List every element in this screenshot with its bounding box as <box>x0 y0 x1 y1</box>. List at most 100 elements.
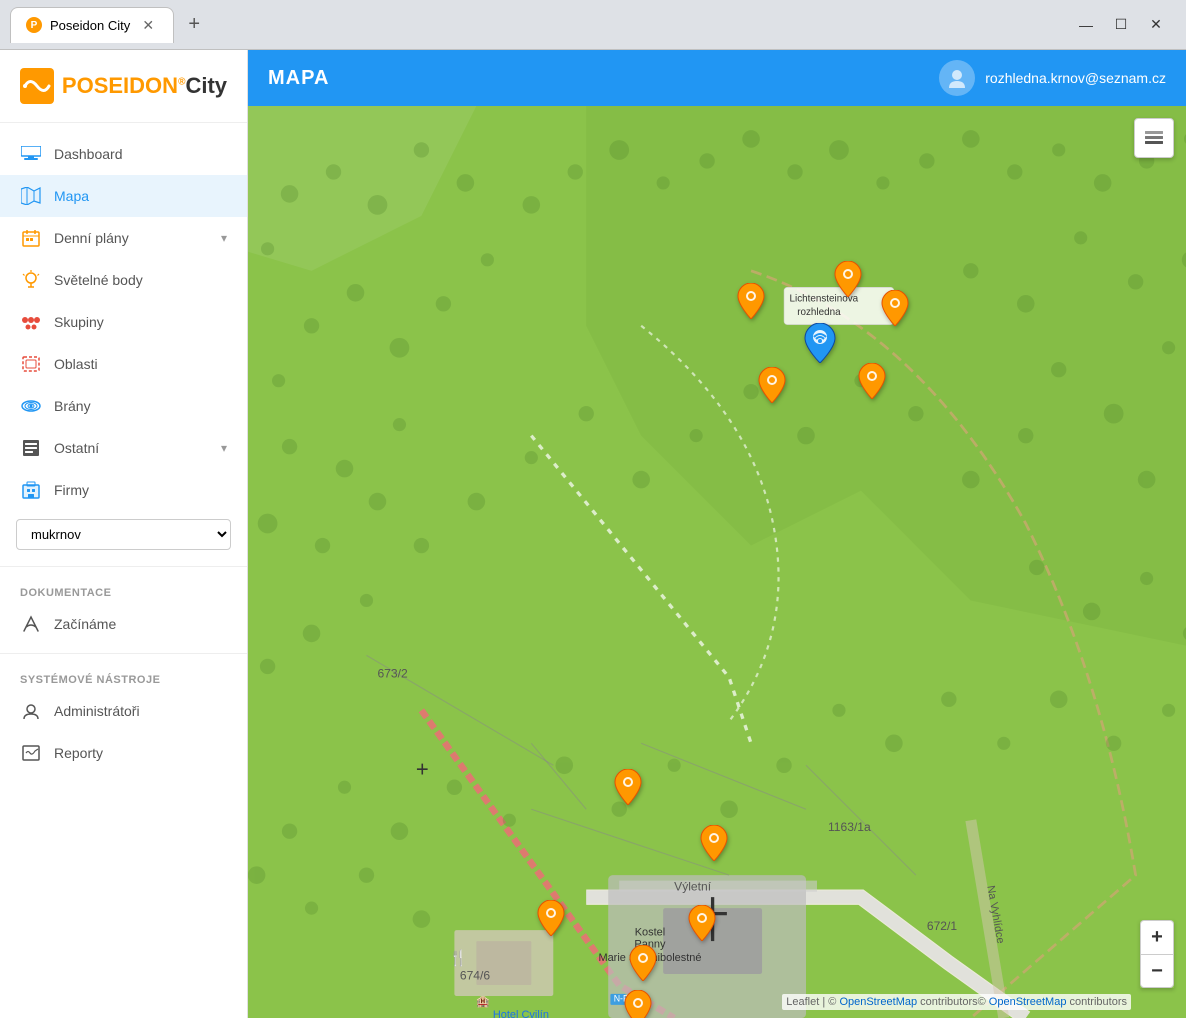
map-marker-m6[interactable] <box>858 363 886 404</box>
svg-text:1163/1a: 1163/1a <box>828 820 871 834</box>
map-container[interactable]: 673/2 1163/1a 672/1 674/6 + Kostel Panny… <box>248 106 1186 1018</box>
svg-text:674/6: 674/6 <box>460 969 491 983</box>
administratori-icon <box>20 700 42 722</box>
page-title: MAPA <box>268 67 329 90</box>
osm-link-2[interactable]: OpenStreetMap <box>989 996 1067 1008</box>
osm-link-1[interactable]: OpenStreetMap <box>839 996 917 1008</box>
close-button[interactable]: ✕ <box>1146 15 1166 35</box>
svg-text:+: + <box>416 756 429 781</box>
reporty-icon <box>20 742 42 764</box>
map-marker-m12[interactable] <box>624 990 652 1018</box>
svetelne-body-label: Světelné body <box>54 272 143 288</box>
brany-label: Brány <box>54 398 91 414</box>
sidebar-item-dashboard[interactable]: Dashboard <box>0 133 247 175</box>
map-marker-m2[interactable] <box>834 261 862 302</box>
browser-tab[interactable]: P Poseidon City ✕ <box>10 7 174 43</box>
denni-plany-icon <box>20 227 42 249</box>
firmy-icon <box>20 479 42 501</box>
skupiny-icon <box>20 311 42 333</box>
attribution-text-3: contributors <box>1070 996 1127 1008</box>
ostatni-arrow: ▾ <box>221 441 227 455</box>
sidebar-item-skupiny[interactable]: Skupiny <box>0 301 247 343</box>
svetelne-body-icon <box>20 269 42 291</box>
denni-plany-label: Denní plány <box>54 230 129 246</box>
city-select[interactable]: mukrnov <box>16 519 231 550</box>
minimize-button[interactable]: — <box>1076 15 1096 35</box>
sidebar-item-zacinama[interactable]: Začínáme <box>0 603 247 645</box>
svg-text:🍴: 🍴 <box>449 949 468 967</box>
brany-icon <box>20 395 42 417</box>
topbar: MAPA rozhledna.krnov@seznam.cz <box>248 50 1186 106</box>
attribution-text-2: contributors© <box>920 996 989 1008</box>
attribution-separator: | © <box>822 996 839 1008</box>
skupiny-label: Skupiny <box>54 314 104 330</box>
map-marker-m7[interactable] <box>614 769 642 810</box>
leaflet-attribution: Leaflet <box>786 996 819 1008</box>
tab-title: Poseidon City <box>50 18 130 33</box>
map-marker-m5[interactable] <box>758 367 786 408</box>
doc-section-label: DOKUMENTACE <box>0 575 247 603</box>
sidebar-item-mapa[interactable]: Mapa <box>0 175 247 217</box>
sidebar-divider-1 <box>0 566 247 567</box>
map-attribution: Leaflet | © OpenStreetMap contributors© … <box>782 994 1131 1010</box>
browser-window-controls: — ☐ ✕ <box>1076 15 1176 35</box>
sidebar-item-firmy[interactable]: Firmy <box>0 469 247 511</box>
logo-icon <box>20 68 54 104</box>
sidebar-item-oblasti[interactable]: Oblasti <box>0 343 247 385</box>
sidebar: POSEIDON®City Dashboard <box>0 50 248 1018</box>
main-content: MAPA rozhledna.krnov@seznam.cz <box>248 50 1186 1018</box>
user-info: rozhledna.krnov@seznam.cz <box>939 60 1166 96</box>
svg-text:Kostel: Kostel <box>635 927 666 939</box>
map-marker-m10[interactable] <box>688 905 716 946</box>
denni-plany-arrow: ▾ <box>221 231 227 245</box>
map-marker-m11[interactable] <box>629 945 657 986</box>
sidebar-logo: POSEIDON®City <box>0 50 247 123</box>
mapa-icon <box>20 185 42 207</box>
ostatni-icon <box>20 437 42 459</box>
nav-menu: Dashboard Mapa <box>0 123 247 1018</box>
maximize-button[interactable]: ☐ <box>1111 15 1131 35</box>
administratori-label: Administrátoři <box>54 703 140 719</box>
firmy-label: Firmy <box>54 482 89 498</box>
tab-close-button[interactable]: ✕ <box>138 15 158 35</box>
svg-text:rozhledna: rozhledna <box>797 307 841 318</box>
tab-favicon: P <box>26 17 42 33</box>
zacinama-icon <box>20 613 42 635</box>
map-marker-m9[interactable] <box>537 900 565 941</box>
new-tab-button[interactable]: + <box>179 10 209 40</box>
oblasti-icon <box>20 353 42 375</box>
sidebar-item-brany[interactable]: Brány <box>0 385 247 427</box>
reporty-label: Reporty <box>54 745 103 761</box>
app-container: POSEIDON®City Dashboard <box>0 50 1186 1018</box>
sys-section-label: SYSTÉMOVÉ NÁSTROJE <box>0 662 247 690</box>
dashboard-label: Dashboard <box>54 146 123 162</box>
browser-chrome: P Poseidon City ✕ + — ☐ ✕ <box>0 0 1186 50</box>
oblasti-label: Oblasti <box>54 356 98 372</box>
zoom-in-button[interactable]: + <box>1140 920 1174 954</box>
ostatni-label: Ostatní <box>54 440 99 456</box>
user-email: rozhledna.krnov@seznam.cz <box>985 70 1166 86</box>
sidebar-item-svetelne-body[interactable]: Světelné body <box>0 259 247 301</box>
dashboard-icon <box>20 143 42 165</box>
user-avatar <box>939 60 975 96</box>
sidebar-item-administratori[interactable]: Administrátoři <box>0 690 247 732</box>
tab-bar: P Poseidon City ✕ + <box>10 7 1076 43</box>
map-layer-button[interactable] <box>1134 118 1174 158</box>
svg-text:673/2: 673/2 <box>377 666 408 680</box>
mapa-label: Mapa <box>54 188 89 204</box>
sidebar-item-reporty[interactable]: Reporty <box>0 732 247 774</box>
logo-text: POSEIDON®City <box>62 73 227 99</box>
sidebar-divider-2 <box>0 653 247 654</box>
city-select-wrapper: mukrnov <box>0 511 247 558</box>
map-marker-m8[interactable] <box>700 825 728 866</box>
map-background: 673/2 1163/1a 672/1 674/6 + Kostel Panny… <box>248 106 1186 1018</box>
sidebar-item-denni-plany[interactable]: Denní plány ▾ <box>0 217 247 259</box>
zoom-out-button[interactable]: − <box>1140 954 1174 988</box>
map-marker-m3[interactable] <box>881 290 909 331</box>
svg-text:672/1: 672/1 <box>927 919 958 933</box>
map-zoom-controls: + − <box>1140 920 1174 988</box>
svg-text:🏨: 🏨 <box>476 995 490 1008</box>
map-marker-m1[interactable] <box>737 283 765 324</box>
sidebar-item-ostatni[interactable]: Ostatní ▾ <box>0 427 247 469</box>
map-marker-m4[interactable] <box>804 323 836 368</box>
